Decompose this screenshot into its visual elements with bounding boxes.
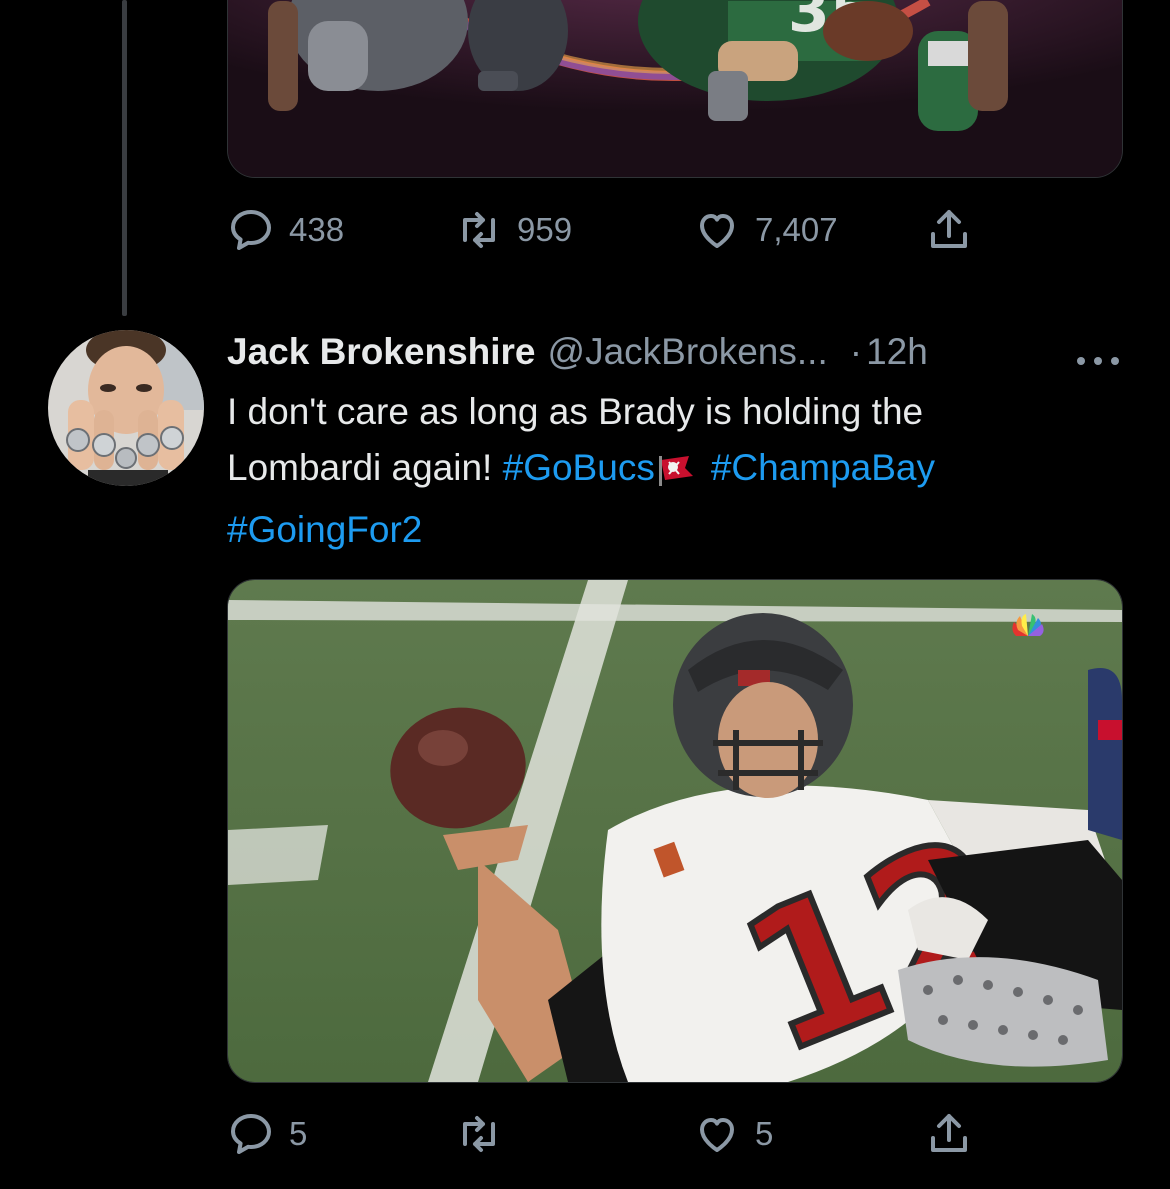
separator-dot: · xyxy=(849,331,863,372)
previous-tweet-image: 35 xyxy=(228,0,1122,177)
share-button[interactable] xyxy=(925,200,973,260)
tweet-text: I don't care as long as Brady is holding… xyxy=(227,384,1127,558)
heart-icon xyxy=(693,1110,741,1158)
tweet-text-line-3: #GoingFor2 xyxy=(227,502,1127,558)
author-handle[interactable]: @JackBrokens... xyxy=(548,331,828,373)
tweet-text-line-1: I don't care as long as Brady is holding… xyxy=(227,391,924,432)
previous-tweet-action-bar: 438 959 7,407 xyxy=(227,200,987,260)
like-count: 5 xyxy=(755,1115,774,1152)
share-upload-icon xyxy=(925,206,973,254)
reply-button[interactable]: 5 xyxy=(227,1104,307,1164)
retweet-button[interactable] xyxy=(455,1104,517,1164)
author-name[interactable]: Jack Brokenshire xyxy=(227,331,536,373)
tweet-header: Jack Brokenshire @JackBrokens... · 12h xyxy=(227,326,1127,378)
heart-icon xyxy=(693,206,741,254)
thread-connector-line xyxy=(122,0,127,316)
hashtag-goingfor2[interactable]: #GoingFor2 xyxy=(227,509,422,550)
reply-count: 5 xyxy=(289,1115,308,1152)
avatar-image xyxy=(48,330,204,486)
hashtag-champabay[interactable]: #ChampaBay xyxy=(711,447,935,488)
retweet-icon xyxy=(455,206,503,254)
reply-bubble-icon xyxy=(227,1110,275,1158)
share-upload-icon xyxy=(925,1110,973,1158)
reply-tweet-media[interactable]: 12 xyxy=(227,579,1123,1083)
share-button[interactable] xyxy=(925,1104,973,1164)
reply-count: 438 xyxy=(289,211,345,248)
retweet-icon xyxy=(455,1110,503,1158)
reply-bubble-icon xyxy=(227,206,275,254)
previous-tweet-media[interactable]: 35 xyxy=(227,0,1123,178)
like-button[interactable]: 7,407 xyxy=(693,200,838,260)
more-horizontal-icon[interactable] xyxy=(1075,338,1121,380)
reply-tweet-action-bar: 5 5 xyxy=(227,1104,987,1164)
reply-button[interactable]: 438 xyxy=(227,200,344,260)
hashtag-gobucs[interactable]: #GoBucs xyxy=(503,447,655,488)
avatar[interactable] xyxy=(48,330,204,486)
like-button[interactable]: 5 xyxy=(693,1104,773,1164)
retweet-button[interactable]: 959 xyxy=(455,200,572,260)
tweet-text-plain: Lombardi again! xyxy=(227,447,503,488)
like-count: 7,407 xyxy=(755,211,838,248)
reply-tweet-image: 12 xyxy=(228,580,1122,1082)
tweet-time[interactable]: 12h xyxy=(866,331,928,373)
retweet-count: 959 xyxy=(517,211,573,248)
tweet-text-line-2: Lombardi again! #GoBucs #ChampaBay xyxy=(227,440,1127,502)
buccaneers-flag-icon xyxy=(658,446,695,502)
